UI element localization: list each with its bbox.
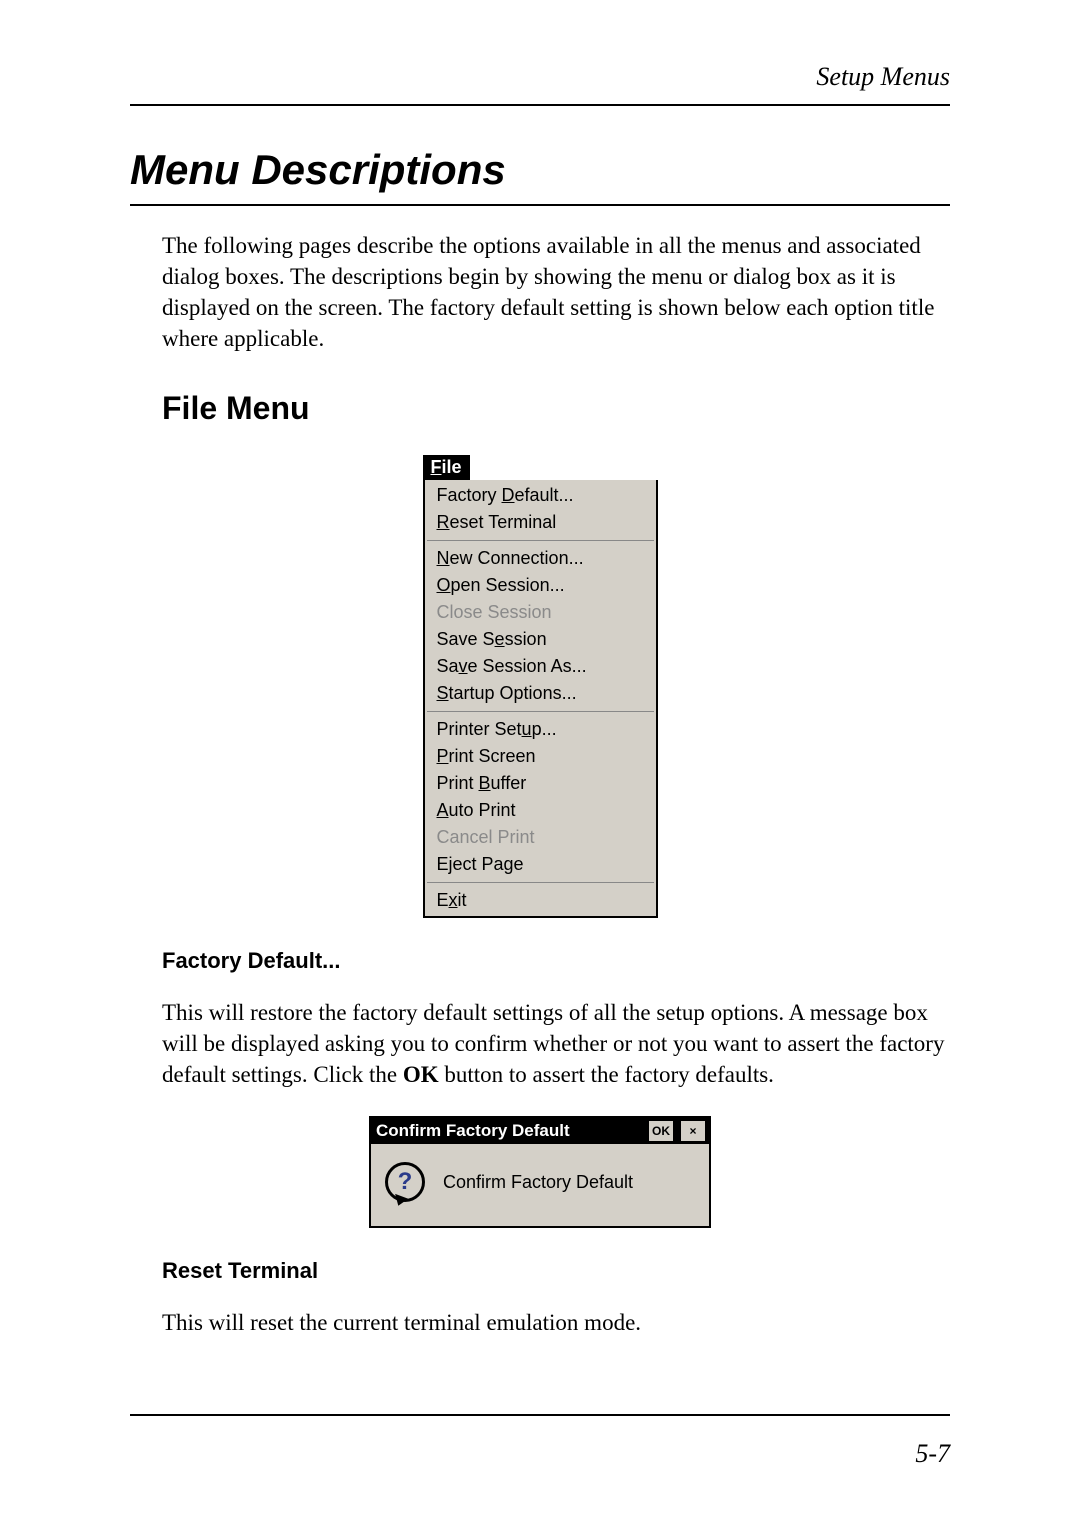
menu-separator <box>427 711 654 712</box>
menu-tab-rest: ile <box>442 457 462 477</box>
page-title: Menu Descriptions <box>130 146 950 194</box>
menu-item[interactable]: Save Session As... <box>425 653 656 680</box>
dialog-message: Confirm Factory Default <box>443 1172 633 1193</box>
menu-separator <box>427 540 654 541</box>
file-menu-body: Factory Default...Reset Terminal New Conn… <box>423 480 658 918</box>
ok-button[interactable]: OK <box>648 1120 674 1142</box>
menu-item[interactable]: Printer Setup... <box>425 716 656 743</box>
menu-separator <box>427 882 654 883</box>
menu-item[interactable]: Factory Default... <box>425 482 656 509</box>
menu-item[interactable]: Print Buffer <box>425 770 656 797</box>
menu-item[interactable]: New Connection... <box>425 545 656 572</box>
option-title-factory-default: Factory Default... <box>162 948 950 974</box>
title-rule <box>130 204 950 206</box>
menu-item[interactable]: Exit <box>425 887 656 914</box>
question-glyph: ? <box>398 1168 413 1196</box>
confirm-dialog-figure: Confirm Factory Default OK × ? Confirm F… <box>130 1116 950 1228</box>
option-title-reset-terminal: Reset Terminal <box>162 1258 950 1284</box>
section-heading-file-menu: File Menu <box>162 390 950 427</box>
page-number: 5-7 <box>915 1439 950 1469</box>
intro-paragraph: The following pages describe the options… <box>162 230 950 354</box>
dialog-title: Confirm Factory Default <box>374 1121 642 1141</box>
option-body-factory-default: This will restore the factory default se… <box>162 997 950 1090</box>
dialog-body: ? Confirm Factory Default <box>371 1144 709 1226</box>
question-icon: ? <box>385 1162 425 1202</box>
file-menu-figure: File Factory Default...Reset Terminal New… <box>130 455 950 918</box>
menu-item[interactable]: Auto Print <box>425 797 656 824</box>
footer-rule <box>130 1414 950 1416</box>
close-button[interactable]: × <box>680 1120 706 1142</box>
opt1-text-after: button to assert the factory defaults. <box>439 1062 774 1087</box>
menu-item[interactable]: Open Session... <box>425 572 656 599</box>
menu-tab-accel: F <box>431 457 442 477</box>
menu-item: Close Session <box>425 599 656 626</box>
menu-item: Cancel Print <box>425 824 656 851</box>
manual-page: Setup Menus Menu Descriptions The follow… <box>0 0 1080 1529</box>
menu-item[interactable]: Reset Terminal <box>425 509 656 536</box>
menu-item[interactable]: Eject Page <box>425 851 656 878</box>
dialog-titlebar: Confirm Factory Default OK × <box>371 1118 709 1144</box>
menu-tab-file[interactable]: File <box>423 455 470 480</box>
header-rule <box>130 104 950 106</box>
menu-item[interactable]: Print Screen <box>425 743 656 770</box>
opt1-text-bold: OK <box>403 1062 439 1087</box>
option-body-reset-terminal: This will reset the current terminal emu… <box>162 1307 950 1338</box>
menu-item[interactable]: Startup Options... <box>425 680 656 707</box>
confirm-dialog: Confirm Factory Default OK × ? Confirm F… <box>369 1116 711 1228</box>
running-header: Setup Menus <box>130 62 950 92</box>
menu-item[interactable]: Save Session <box>425 626 656 653</box>
